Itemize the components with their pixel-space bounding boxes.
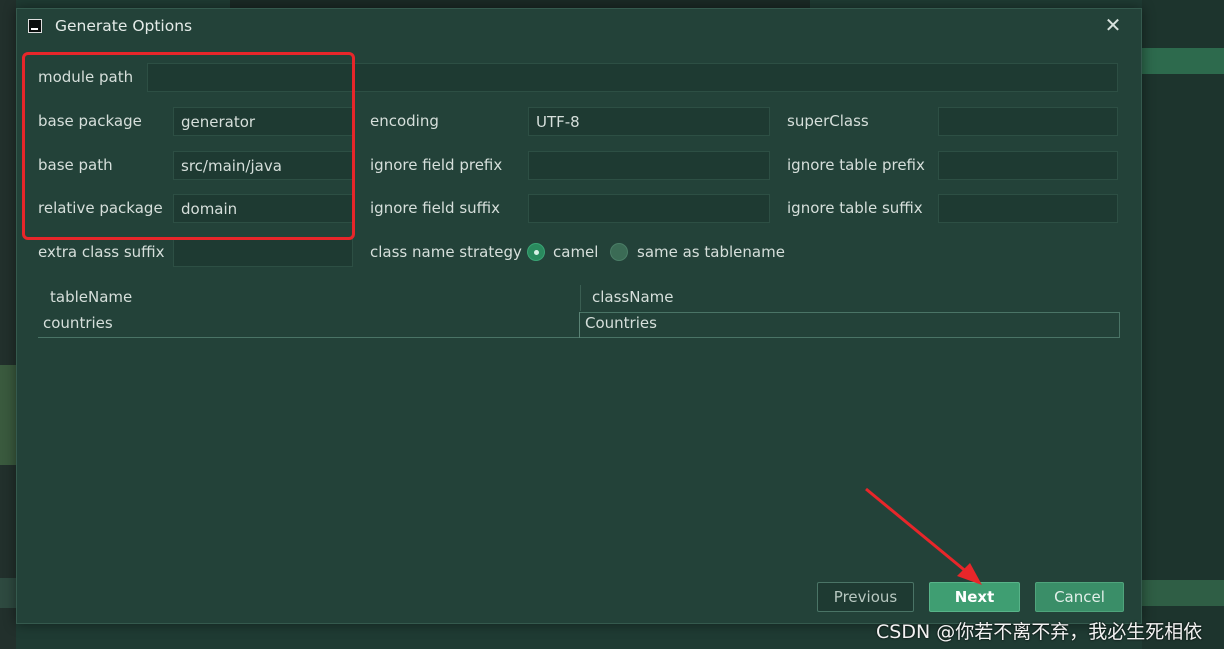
extra-class-suffix-label: extra class suffix — [38, 243, 165, 261]
module-path-label: module path — [38, 68, 134, 86]
table-row[interactable]: countries Countries — [38, 312, 1120, 338]
relative-package-label: relative package — [38, 199, 163, 217]
module-path-input[interactable] — [147, 63, 1118, 92]
ignore-table-prefix-label: ignore table prefix — [787, 156, 925, 174]
class-name-strategy-label: class name strategy — [370, 243, 522, 261]
cell-classname[interactable]: Countries — [585, 314, 657, 332]
same-as-tablename-radio[interactable] — [610, 243, 628, 261]
dialog-title: Generate Options — [55, 17, 193, 35]
base-package-label: base package — [38, 112, 142, 130]
extra-class-suffix-input[interactable] — [173, 238, 353, 267]
cancel-button[interactable]: Cancel — [1035, 582, 1124, 612]
dialog-titlebar: Generate Options ✕ — [17, 9, 1141, 45]
background-ide-left-strip — [0, 578, 16, 608]
base-path-label: base path — [38, 156, 113, 174]
encoding-input[interactable]: UTF-8 — [528, 107, 770, 136]
csdn-watermark: CSDN @你若不离不弃，我必生死相依 — [876, 621, 1203, 643]
background-ide-left-panel — [0, 0, 16, 649]
base-package-input[interactable]: generator — [173, 107, 353, 136]
ignore-table-suffix-input[interactable] — [938, 194, 1118, 223]
ignore-table-prefix-input[interactable] — [938, 151, 1118, 180]
previous-button[interactable]: Previous — [817, 582, 914, 612]
same-as-tablename-radio-label[interactable]: same as tablename — [637, 243, 785, 261]
column-header-classname[interactable]: className — [580, 285, 1120, 311]
superclass-input[interactable] — [938, 107, 1118, 136]
base-path-input[interactable]: src/main/java — [173, 151, 353, 180]
next-button[interactable]: Next — [929, 582, 1020, 612]
generate-options-dialog: Generate Options ✕ module path base pack… — [16, 8, 1142, 624]
table-class-mapping: tableName className countries Countries — [38, 285, 1120, 339]
cell-tablename[interactable]: countries — [43, 314, 113, 332]
camel-radio[interactable] — [527, 243, 545, 261]
column-header-tablename[interactable]: tableName — [38, 285, 580, 311]
close-icon[interactable]: ✕ — [1102, 14, 1124, 36]
intellij-app-icon — [28, 19, 42, 33]
background-ide-left-highlight — [0, 365, 16, 465]
background-ide-right-panel — [1142, 0, 1224, 649]
superclass-label: superClass — [787, 112, 869, 130]
relative-package-input[interactable]: domain — [173, 194, 353, 223]
ignore-field-suffix-input[interactable] — [528, 194, 770, 223]
background-ide-editor-strip — [230, 0, 810, 8]
camel-radio-label[interactable]: camel — [553, 243, 598, 261]
row-divider — [579, 312, 580, 338]
ignore-table-suffix-label: ignore table suffix — [787, 199, 923, 217]
ignore-field-prefix-label: ignore field prefix — [370, 156, 503, 174]
ignore-field-suffix-label: ignore field suffix — [370, 199, 501, 217]
encoding-label: encoding — [370, 112, 439, 130]
cell-editor-border — [580, 312, 1120, 338]
background-ide-right-selection — [1142, 48, 1224, 74]
ignore-field-prefix-input[interactable] — [528, 151, 770, 180]
